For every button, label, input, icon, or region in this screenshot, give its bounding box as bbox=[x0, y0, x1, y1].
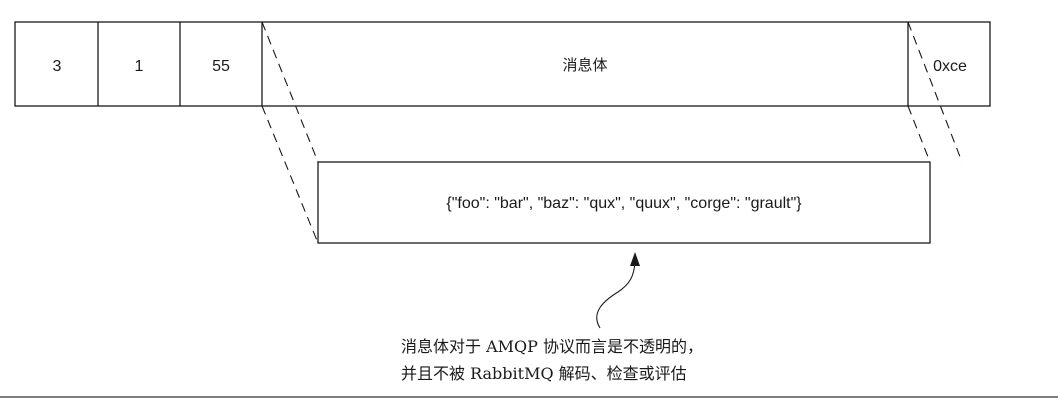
annotation-line-1: 消息体对于 AMQP 协议而言是不透明的， bbox=[401, 337, 703, 356]
frame-type-cell: 3 bbox=[53, 58, 62, 75]
projection-line bbox=[261, 105, 319, 244]
frame-outline bbox=[14, 21, 991, 107]
annotation-arrow bbox=[596, 261, 636, 329]
projection-line bbox=[907, 105, 931, 163]
diagram-page: 3 1 55 消息体 0xce {"foo": "bar", "baz": "q… bbox=[0, 0, 1058, 400]
frame-end-cell: 0xce bbox=[933, 58, 967, 75]
channel-cell: 1 bbox=[135, 58, 144, 75]
size-cell: 55 bbox=[212, 58, 230, 75]
annotation-line-2: 并且不被 RabbitMQ 解码、检查或评估 bbox=[401, 364, 687, 383]
frame-diagram: 3 1 55 消息体 0xce {"foo": "bar", "baz": "q… bbox=[0, 21, 1058, 398]
payload-box: {"foo": "bar", "baz": "qux", "quux", "co… bbox=[317, 161, 931, 244]
message-body-cell: 消息体 bbox=[562, 56, 607, 74]
arrow-head-icon bbox=[630, 252, 640, 266]
frame-row: 3 1 55 消息体 0xce bbox=[14, 21, 991, 107]
payload-json-text: {"foo": "bar", "baz": "qux", "quux", "co… bbox=[446, 195, 802, 212]
